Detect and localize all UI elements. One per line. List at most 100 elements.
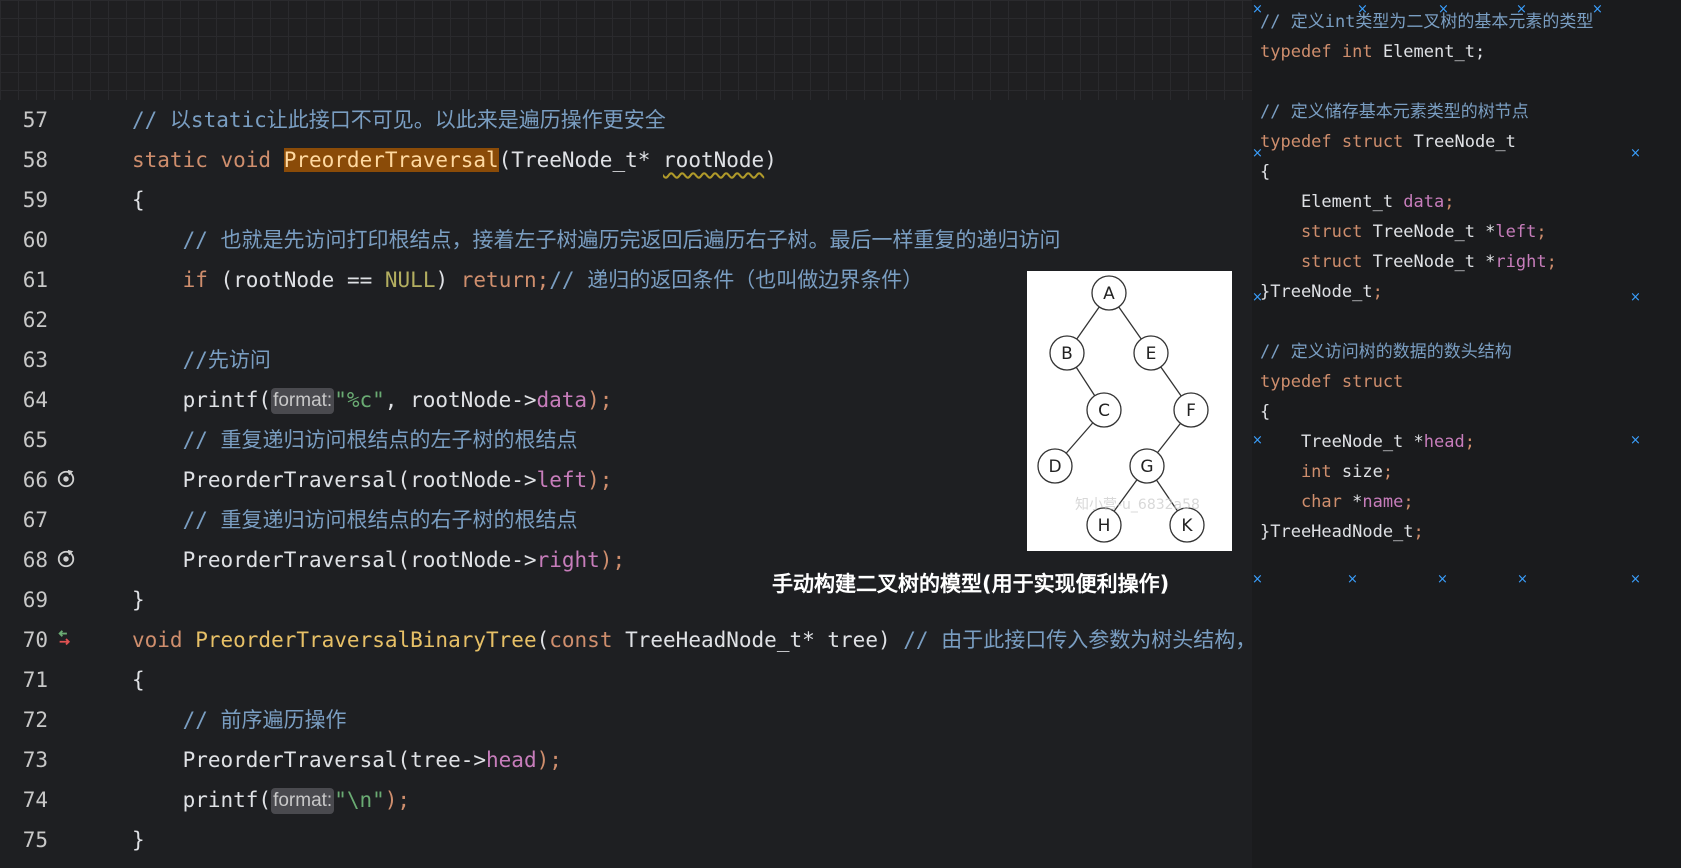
code-token: ; — [1403, 492, 1414, 512]
code-token: TreeNode_t — [1413, 132, 1516, 152]
code-token: if — [132, 268, 221, 292]
code-text[interactable]: // 以static让此接口不可见。以此来是遍历操作更安全 — [132, 100, 666, 140]
code-token: struct — [1260, 222, 1373, 242]
tree-node-label: G — [1140, 457, 1153, 477]
code-token: ; — [1536, 222, 1547, 242]
snippet-line: typedef struct — [1260, 370, 1403, 394]
selection-marker-icon: × — [1357, 2, 1368, 17]
selection-marker-icon: × — [1252, 433, 1263, 448]
line-number[interactable]: 64 — [0, 380, 48, 420]
snippet-line: { — [1260, 400, 1270, 424]
tree-watermark: 知小营-u_6832a58 — [1075, 496, 1200, 513]
code-token: PreorderTraversal(rootNode-> — [132, 468, 537, 492]
code-text[interactable]: // 重复递归访问根结点的右子树的根结点 — [132, 500, 578, 540]
code-token: typedef int — [1260, 42, 1383, 62]
line-number[interactable]: 66 — [0, 460, 48, 500]
selection-marker-icon: × — [1517, 572, 1528, 587]
code-token: { — [1260, 402, 1271, 422]
code-token: // 重复递归访问根结点的左子树的根结点 — [132, 428, 578, 452]
code-token: return; — [460, 268, 550, 292]
code-text[interactable]: PreorderTraversal(tree->head); — [132, 740, 562, 780]
tree-node-label: B — [1061, 344, 1073, 364]
code-token: PreorderTraversal(tree-> — [132, 748, 487, 772]
code-text[interactable]: { — [132, 660, 145, 700]
line-number[interactable]: 60 — [0, 220, 48, 260]
snippet-line: typedef struct TreeNode_t — [1260, 130, 1516, 154]
snippet-line: int size; — [1260, 460, 1393, 484]
code-token: // 定义访问树的数据的数头结构 — [1260, 342, 1512, 362]
snippet-line: struct TreeNode_t *right; — [1260, 250, 1557, 274]
code-token: }TreeHeadNode_t — [1260, 522, 1414, 542]
line-number[interactable]: 57 — [0, 100, 48, 140]
code-text[interactable]: // 前序遍历操作 — [132, 700, 347, 740]
code-text[interactable]: } — [132, 580, 145, 620]
line-number[interactable]: 72 — [0, 700, 48, 740]
tree-node-label: H — [1098, 516, 1111, 536]
snippet-line: // 定义int类型为二叉树的基本元素的类型 — [1260, 10, 1593, 34]
code-token: TreeNode_t * — [1372, 252, 1496, 272]
code-token: TreeNode_t * — [1372, 222, 1496, 242]
code-token: // 前序遍历操作 — [132, 708, 347, 732]
code-token: // 重复递归访问根结点的右子树的根结点 — [132, 508, 578, 532]
line-number[interactable]: 59 — [0, 180, 48, 220]
code-token: "%c" — [334, 388, 385, 412]
code-token: ); — [599, 548, 626, 572]
code-token: } — [132, 828, 145, 852]
code-token: * — [1352, 492, 1363, 512]
recursion-icon[interactable] — [56, 469, 76, 489]
line-number[interactable]: 62 — [0, 300, 48, 340]
code-token: // 也就是先访问打印根结点，接着左子树遍历完返回后遍历右子树。最后一样重复的递… — [132, 228, 1061, 252]
code-token: } — [132, 588, 145, 612]
line-number[interactable]: 58 — [0, 140, 48, 180]
tree-node-label: F — [1186, 401, 1196, 421]
code-token: ; — [1464, 432, 1475, 452]
line-number[interactable]: 75 — [0, 820, 48, 860]
line-number[interactable]: 63 — [0, 340, 48, 380]
figure-caption: 手动构建二叉树的模型(用于实现便利操作) — [772, 572, 1170, 596]
line-number[interactable]: 68 — [0, 540, 48, 580]
code-token: typedef struct — [1260, 132, 1414, 152]
code-token: ; — [1413, 522, 1424, 542]
code-text[interactable]: // 也就是先访问打印根结点，接着左子树遍历完返回后遍历右子树。最后一样重复的递… — [132, 220, 1061, 260]
code-token: NULL — [384, 268, 436, 292]
navigation-arrows-icon[interactable] — [56, 629, 76, 649]
code-token: ; — [1546, 252, 1557, 272]
code-text[interactable]: printf(format:"%c", rootNode->data); — [132, 380, 612, 420]
code-text[interactable]: PreorderTraversal(rootNode->left); — [132, 460, 613, 500]
selection-marker-icon: × — [1592, 2, 1603, 17]
line-number[interactable]: 61 — [0, 260, 48, 300]
code-text[interactable]: static void PreorderTraversal(TreeNode_t… — [132, 140, 777, 180]
code-text[interactable]: if (rootNode == NULL) return;// 递归的返回条件（… — [132, 260, 924, 300]
snippet-line: Element_t data; — [1260, 190, 1455, 214]
tree-node-label: D — [1048, 457, 1061, 477]
line-number[interactable]: 74 — [0, 780, 48, 820]
code-text[interactable]: PreorderTraversal(rootNode->right); — [132, 540, 626, 580]
selection-marker-icon: × — [1516, 2, 1527, 17]
code-text[interactable]: //先访问 — [132, 340, 271, 380]
line-number[interactable]: 67 — [0, 500, 48, 540]
code-token: ); — [536, 748, 562, 772]
line-number[interactable]: 69 — [0, 580, 48, 620]
selection-marker-icon: × — [1630, 433, 1641, 448]
code-token: right — [536, 548, 600, 572]
selection-marker-icon: × — [1630, 572, 1641, 587]
code-token: left — [1495, 222, 1537, 242]
code-token: (TreeNode_t* — [498, 148, 664, 172]
code-text[interactable]: // 重复递归访问根结点的左子树的根结点 — [132, 420, 578, 460]
code-text[interactable]: { — [132, 180, 145, 220]
recursion-icon[interactable] — [56, 549, 76, 569]
line-number[interactable]: 70 — [0, 620, 48, 660]
line-number[interactable]: 73 — [0, 740, 48, 780]
line-number[interactable]: 71 — [0, 660, 48, 700]
snippet-line: typedef int Element_t; — [1260, 40, 1485, 64]
line-number[interactable]: 65 — [0, 420, 48, 460]
selection-marker-icon: × — [1347, 572, 1358, 587]
code-text[interactable]: } — [132, 820, 145, 860]
selection-marker-icon: × — [1252, 290, 1263, 305]
code-token: ; — [1372, 282, 1383, 302]
code-token: printf( — [132, 788, 272, 812]
code-token: typedef struct — [1260, 372, 1404, 392]
code-text[interactable]: printf(format:"\n"); — [132, 780, 410, 820]
code-token: // 定义储存基本元素类型的树节点 — [1260, 102, 1529, 122]
code-token: ); — [587, 468, 613, 492]
